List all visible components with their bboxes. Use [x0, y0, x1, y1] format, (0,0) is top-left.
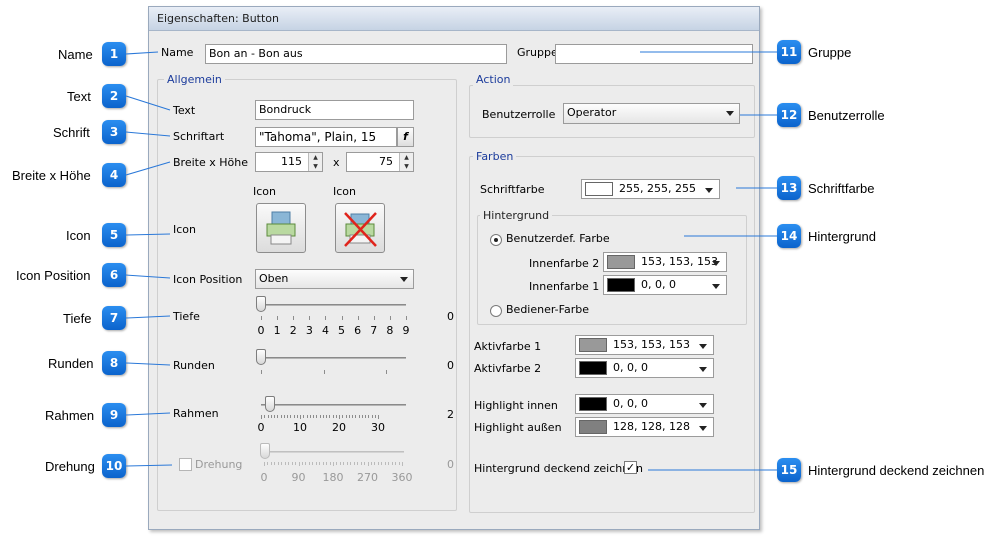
connector-line: [125, 274, 171, 279]
connector-line: [125, 464, 173, 467]
connector-line: [125, 315, 171, 319]
connector-line: [125, 161, 171, 176]
connector-line: [125, 233, 171, 236]
callout-connectors: [125, 51, 777, 471]
connector-line: [125, 362, 171, 366]
connector-line: [125, 131, 171, 137]
connector-line: [125, 412, 171, 416]
connector-line: [125, 51, 159, 55]
connector-line: [125, 95, 171, 111]
